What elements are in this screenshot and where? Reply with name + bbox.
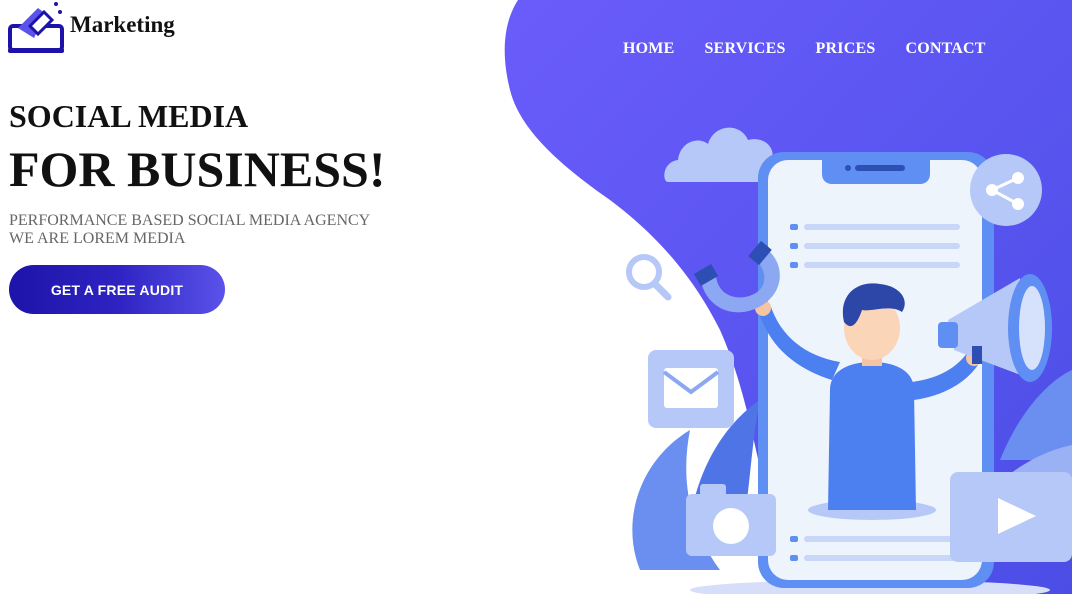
brand-name: Marketing xyxy=(70,12,175,37)
hero-subtitle: PERFORMANCE BASED SOCIAL MEDIA AGENCY WE… xyxy=(9,212,370,248)
hero-title-line2: FOR BUSINESS! xyxy=(9,141,386,197)
camera-icon xyxy=(686,484,776,556)
nav-link-home[interactable]: HOME xyxy=(623,40,674,58)
hero-subtitle-line2: WE ARE LOREM MEDIA xyxy=(9,230,186,247)
megaphone-logo-icon xyxy=(8,2,64,53)
nav-link-services[interactable]: SERVICES xyxy=(704,40,785,58)
nav-link-prices[interactable]: PRICES xyxy=(816,40,876,58)
nav-link-contact[interactable]: CONTACT xyxy=(905,40,985,58)
hero-illustration xyxy=(626,127,1072,594)
search-icon xyxy=(626,254,672,301)
video-play-icon xyxy=(950,472,1072,562)
brand-logo[interactable]: Marketing xyxy=(8,0,175,56)
free-audit-button[interactable]: GET A FREE AUDIT xyxy=(9,265,225,314)
mail-icon xyxy=(648,350,734,428)
hero-title-line1: SOCIAL MEDIA xyxy=(9,98,249,134)
share-icon xyxy=(970,154,1042,226)
main-nav: HOME SERVICES PRICES CONTACT xyxy=(623,40,986,58)
magnet-icon xyxy=(693,240,780,313)
hero-subtitle-line1: PERFORMANCE BASED SOCIAL MEDIA AGENCY xyxy=(9,212,371,229)
